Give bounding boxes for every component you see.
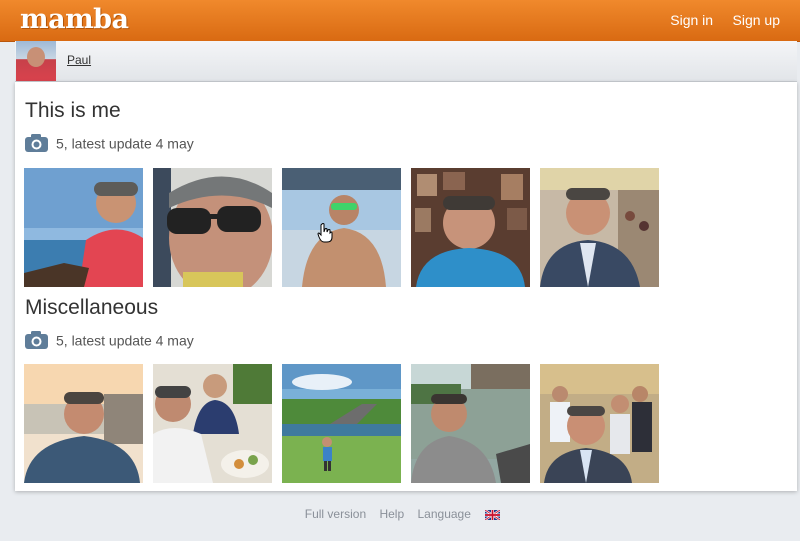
photo-man-suit-hall[interactable]	[540, 168, 659, 287]
user-bar: Paul	[15, 41, 797, 82]
album-meta: 5, latest update 4 may	[25, 134, 194, 153]
photo-man-blue-shirt-frames[interactable]	[411, 168, 530, 287]
sign-up-link[interactable]: Sign up	[733, 12, 780, 28]
photo-man-lake[interactable]	[411, 364, 530, 483]
album-title[interactable]: Miscellaneous	[25, 296, 158, 320]
photo-man-red-shirt-sea[interactable]	[24, 168, 143, 287]
album-count: 5, latest update 4 may	[56, 135, 194, 152]
avatar[interactable]	[16, 41, 56, 81]
camera-icon	[25, 331, 48, 350]
top-header: mamba Sign in Sign up	[0, 0, 800, 42]
photo-group-event[interactable]	[540, 364, 659, 483]
uk-flag-icon[interactable]	[485, 509, 501, 520]
photo-men-restaurant[interactable]	[153, 364, 272, 483]
photo-man-sunset-river[interactable]	[24, 364, 143, 483]
language-link[interactable]: Language	[418, 507, 471, 521]
album-count: 5, latest update 4 may	[56, 332, 194, 349]
mamba-logo[interactable]: mamba	[20, 4, 129, 35]
full-version-link[interactable]: Full version	[305, 507, 366, 521]
auth-links: Sign in Sign up	[655, 12, 780, 30]
album-meta: 5, latest update 4 may	[25, 331, 194, 350]
album-title[interactable]: This is me	[25, 99, 121, 123]
username-link[interactable]: Paul	[67, 53, 91, 67]
footer: Full version Help Language	[0, 507, 800, 521]
camera-icon	[25, 134, 48, 153]
photo-man-sunglasses-selfie[interactable]	[153, 168, 272, 287]
sign-in-link[interactable]: Sign in	[670, 12, 713, 28]
help-link[interactable]: Help	[379, 507, 404, 521]
albums-card: This is me 5, latest update 4 may Miscel…	[15, 82, 797, 491]
photo-road-landscape[interactable]	[282, 364, 401, 483]
hand-cursor-icon	[317, 223, 333, 243]
photo-man-boat-green-glasses[interactable]	[282, 168, 401, 287]
